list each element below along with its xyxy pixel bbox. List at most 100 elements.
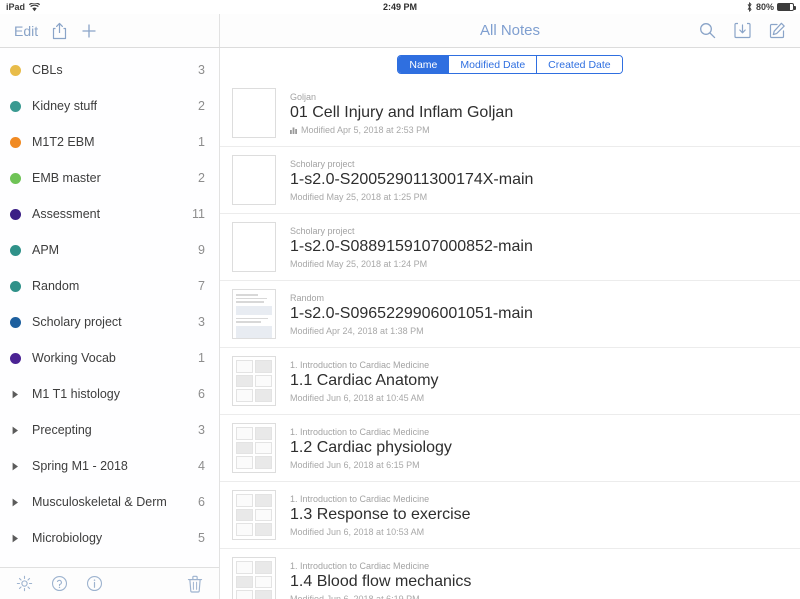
note-row[interactable]: Random 1-s2.0-S0965229906001051-main Modif… <box>220 281 800 348</box>
folder-count: 3 <box>198 315 205 329</box>
note-meta-row: Modified May 25, 2018 at 1:24 PM <box>290 259 786 269</box>
folder-count: 2 <box>198 99 205 113</box>
sidebar: CBLs 3 Kidney stuff 2 M1T2 EBM 1 EMB master 2 As… <box>0 48 220 599</box>
note-meta-row: Modified Jun 6, 2018 at 6:19 PM <box>290 594 786 599</box>
folder-row[interactable]: Scholary project 3 <box>0 304 219 340</box>
trash-icon[interactable] <box>187 575 203 593</box>
folder-row[interactable]: Assessment 11 <box>0 196 219 232</box>
note-modified-date: Modified May 25, 2018 at 1:25 PM <box>290 191 428 202</box>
notes-nav-actions <box>699 22 786 39</box>
import-icon[interactable] <box>734 22 751 39</box>
note-meta-row: Modified Jun 6, 2018 at 10:45 AM <box>290 393 786 403</box>
note-folder-label: Scholary project <box>290 158 355 169</box>
folder-count: 1 <box>198 351 205 365</box>
note-modified-date: Modified Apr 5, 2018 at 2:53 PM <box>301 124 430 135</box>
info-circle-icon[interactable] <box>86 575 103 592</box>
question-circle-icon[interactable] <box>51 575 68 592</box>
folder-row[interactable]: Random 7 <box>0 268 219 304</box>
folder-row[interactable]: EMB master 2 <box>0 160 219 196</box>
folder-color-dot <box>10 172 21 184</box>
folder-label: Scholary project <box>32 315 122 329</box>
sidebar-navigation-actions: Edit <box>0 14 220 47</box>
folder-row[interactable]: APM 9 <box>0 232 219 268</box>
folder-row[interactable]: Working Vocab 1 <box>0 340 219 376</box>
folder-row[interactable]: M1 T1 histology 6 <box>0 376 219 412</box>
note-thumbnail <box>232 289 276 339</box>
chevron-right-icon[interactable] <box>10 534 21 543</box>
folder-color-dot <box>10 136 21 148</box>
note-text-block: 1. Introduction to Cardiac Medicine 1.4 B… <box>290 561 786 599</box>
folder-row[interactable]: CBLs 3 <box>0 52 219 88</box>
chevron-right-icon[interactable] <box>10 426 21 435</box>
note-row[interactable]: 1. Introduction to Cardiac Medicine 1.1 C… <box>220 348 800 415</box>
folder-count: 7 <box>198 279 205 293</box>
chevron-right-icon[interactable] <box>10 462 21 471</box>
sort-tab[interactable]: Created Date <box>537 56 622 73</box>
note-modified-date: Modified May 25, 2018 at 1:24 PM <box>290 258 428 269</box>
folder-color-dot <box>10 280 21 292</box>
folder-count: 4 <box>198 459 205 473</box>
folder-label: Musculoskeletal & Derm <box>32 495 167 509</box>
note-row[interactable]: 1. Introduction to Cardiac Medicine 1.4 B… <box>220 549 800 599</box>
note-title: 1.2 Cardiac physiology <box>290 438 452 456</box>
folder-count: 6 <box>198 495 205 509</box>
folder-label: APM <box>32 243 60 257</box>
notes-navigation-bar: All Notes <box>220 14 800 47</box>
sort-segmented-control[interactable]: Name Modified Date Created Date <box>397 55 623 74</box>
compose-icon[interactable] <box>769 22 786 39</box>
folder-count: 11 <box>192 207 205 221</box>
note-row[interactable]: 1. Introduction to Cardiac Medicine 1.3 R… <box>220 482 800 549</box>
note-modified-date: Modified Jun 6, 2018 at 6:15 PM <box>290 459 420 470</box>
folder-label: Assessment <box>32 207 101 221</box>
note-text-block: 1. Introduction to Cardiac Medicine 1.2 C… <box>290 427 786 470</box>
note-meta-row: Modified May 25, 2018 at 1:25 PM <box>290 192 786 202</box>
folder-row[interactable]: Precepting 3 <box>0 412 219 448</box>
wifi-icon <box>29 2 41 12</box>
note-row[interactable]: Scholary project 1-s2.0-S0889159107000852… <box>220 214 800 281</box>
search-icon[interactable] <box>699 22 716 39</box>
note-title: 01 Cell Injury and Inflam Goljan <box>290 103 514 121</box>
gear-icon[interactable] <box>16 575 33 592</box>
folder-color-dot <box>10 64 21 76</box>
folder-row[interactable]: Microbiology 5 <box>0 520 219 556</box>
folder-count: 3 <box>198 423 205 437</box>
folder-label: M1T2 EBM <box>32 135 95 149</box>
note-folder-label: 1. Introduction to Cardiac Medicine <box>290 560 430 571</box>
chevron-right-icon[interactable] <box>10 390 21 399</box>
note-folder-label: Goljan <box>290 91 317 102</box>
note-thumbnail <box>232 155 276 205</box>
note-modified-date: Modified Jun 6, 2018 at 10:53 AM <box>290 526 425 537</box>
folder-color-dot <box>10 352 21 364</box>
note-modified-date: Modified Jun 6, 2018 at 10:45 AM <box>290 392 425 403</box>
sort-tab[interactable]: Modified Date <box>449 56 538 73</box>
folder-row[interactable]: Spring M1 - 2018 4 <box>0 448 219 484</box>
note-row[interactable]: Scholary project 1-s2.0-S200529011300174X… <box>220 147 800 214</box>
folder-count: 3 <box>198 63 205 77</box>
note-folder-label: 1. Introduction to Cardiac Medicine <box>290 426 430 437</box>
note-title: 1.1 Cardiac Anatomy <box>290 371 439 389</box>
edit-button[interactable]: Edit <box>14 23 38 39</box>
note-title: 1.4 Blood flow mechanics <box>290 572 472 590</box>
note-title: 1-s2.0-S0965229906001051-main <box>290 304 533 322</box>
plus-icon[interactable] <box>81 23 97 39</box>
notes-list: Goljan 01 Cell Injury and Inflam Goljan Mo… <box>220 80 800 599</box>
note-row[interactable]: 1. Introduction to Cardiac Medicine 1.2 C… <box>220 415 800 482</box>
note-modified-date: Modified Jun 6, 2018 at 6:19 PM <box>290 593 420 599</box>
folder-row[interactable]: Kidney stuff 2 <box>0 88 219 124</box>
chevron-right-icon[interactable] <box>10 498 21 507</box>
note-thumbnail <box>232 557 276 599</box>
note-text-block: Scholary project 1-s2.0-S200529011300174X… <box>290 159 786 202</box>
note-text-block: Scholary project 1-s2.0-S0889159107000852… <box>290 226 786 269</box>
sort-tab[interactable]: Name <box>398 56 450 73</box>
note-text-block: 1. Introduction to Cardiac Medicine 1.3 R… <box>290 494 786 537</box>
folder-row[interactable]: Textbooks6 <box>0 556 219 567</box>
folder-row[interactable]: Musculoskeletal & Derm 6 <box>0 484 219 520</box>
status-bar-time: 2:49 PM <box>382 2 417 12</box>
note-folder-label: 1. Introduction to Cardiac Medicine <box>290 493 430 504</box>
note-row[interactable]: Goljan 01 Cell Injury and Inflam Goljan Mo… <box>220 80 800 147</box>
share-icon[interactable] <box>52 22 67 40</box>
folder-label: M1 T1 histology <box>32 387 121 401</box>
folder-row[interactable]: M1T2 EBM 1 <box>0 124 219 160</box>
folder-list: CBLs 3 Kidney stuff 2 M1T2 EBM 1 EMB master 2 As… <box>0 48 219 567</box>
note-thumbnail <box>232 88 276 138</box>
